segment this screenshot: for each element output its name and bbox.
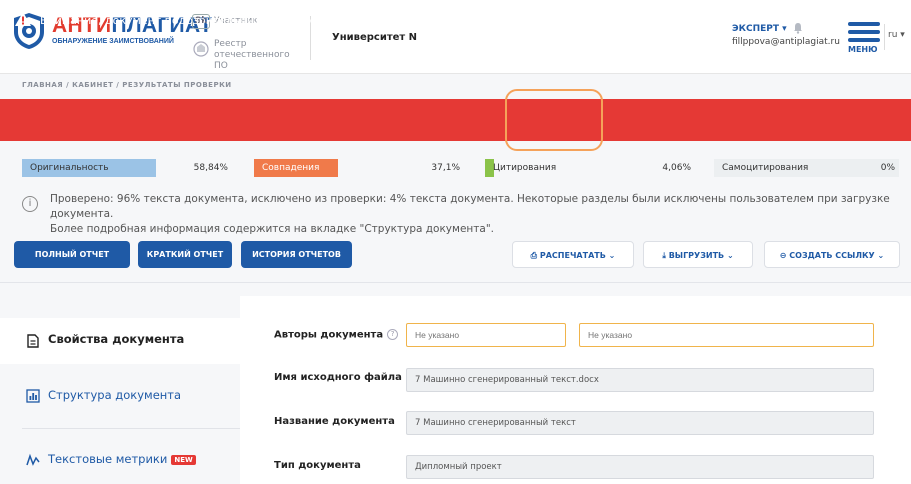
hamburger-bar xyxy=(848,22,880,26)
doctype-field: Дипломный проект xyxy=(406,455,874,479)
user-role-dropdown[interactable]: ЭКСПЕРТ ▾ xyxy=(732,24,787,34)
breadcrumb[interactable]: ГЛАВНАЯ / КАБИНЕТ / РЕЗУЛЬТАТЫ ПРОВЕРКИ xyxy=(22,81,232,89)
stat-label: Совпадения xyxy=(262,163,320,173)
full-report-button[interactable]: ПОЛНЫЙ ОТЧЕТ xyxy=(14,241,130,268)
bell-icon[interactable] xyxy=(793,22,803,34)
help-icon[interactable]: ? xyxy=(387,329,399,340)
info-icon: i xyxy=(22,196,38,212)
stat-label: Цитирования xyxy=(493,163,557,173)
sidebar-item-structure[interactable]: Структура документа xyxy=(0,380,240,420)
chevron-down-icon: ⌄ xyxy=(726,251,734,260)
check-info-text: Проверено: 96% текста документа, исключе… xyxy=(50,192,900,237)
hamburger-bar xyxy=(848,38,880,42)
university-name: Университет N xyxy=(332,32,418,43)
user-email[interactable]: fillppova@antiplagiat.ru xyxy=(732,37,840,47)
emblem-icon xyxy=(193,41,209,57)
download-icon: ⤓ xyxy=(662,251,666,260)
info-line-2: Более подробная информация содержится на… xyxy=(50,223,494,235)
warning-icon xyxy=(15,12,31,26)
new-badge: NEW xyxy=(171,454,196,465)
stat-label: Самоцитирования xyxy=(722,163,809,173)
export-label: ВЫГРУЗИТЬ xyxy=(668,251,725,260)
short-report-button[interactable]: КРАТКИЙ ОТЧЕТ xyxy=(138,241,232,268)
author-2-field[interactable] xyxy=(579,323,874,347)
stat-value: 0% xyxy=(880,163,895,173)
stat-value: 58,84% xyxy=(193,163,228,173)
metrics-label: Текстовые метрики xyxy=(48,452,168,466)
export-button[interactable]: ⤓ ВЫГРУЗИТЬ ⌄ xyxy=(643,241,753,268)
highlight-outline xyxy=(505,89,603,151)
chevron-down-icon: ⌄ xyxy=(877,251,885,260)
sidebar-divider xyxy=(22,428,240,429)
alert-message: Внимание, документ подозрительный: в док… xyxy=(40,14,572,27)
metrics-icon xyxy=(26,453,40,466)
section-divider xyxy=(0,282,911,283)
stat-value: 4,06% xyxy=(662,163,691,173)
header-divider xyxy=(884,24,885,50)
chevron-down-icon: ⌄ xyxy=(608,251,616,260)
create-link-button[interactable]: ⊖ СОЗДАТЬ ССЫЛКУ ⌄ xyxy=(764,241,900,268)
stat-citations[interactable]: Цитирования 4,06% xyxy=(485,159,695,177)
sidebar-item-metrics[interactable]: Текстовые метрики NEW xyxy=(0,445,240,475)
authors-label-text: Авторы документа xyxy=(274,329,384,341)
authors-label: Авторы документа? xyxy=(274,329,399,341)
alert-details-link[interactable]: Подробнее xyxy=(523,14,587,27)
brand-subtitle: ОБНАРУЖЕНИЕ ЗАИМСТВОВАНИЙ xyxy=(52,38,174,45)
print-button[interactable]: ⎙ РАСПЕЧАТАТЬ ⌄ xyxy=(512,241,634,268)
author-1-field[interactable] xyxy=(406,323,566,347)
stat-self-citations[interactable]: Самоцитирования 0% xyxy=(714,159,899,177)
menu-label: МЕНЮ xyxy=(848,45,878,54)
suspicious-document-alert xyxy=(0,99,911,141)
printer-icon: ⎙ xyxy=(530,251,538,260)
stat-matches[interactable]: Совпадения 37,1% xyxy=(254,159,464,177)
document-icon xyxy=(27,334,39,348)
sidebar-item-label: Структура документа xyxy=(48,388,182,402)
create-link-label: СОЗДАТЬ ССЫЛКУ xyxy=(789,251,875,260)
reestr-label: Реестр отечественного ПО xyxy=(214,39,290,71)
stat-value: 37,1% xyxy=(431,163,460,173)
print-label: РАСПЕЧАТАТЬ xyxy=(539,251,606,260)
sidebar-item-properties[interactable]: Свойства документа xyxy=(0,318,240,364)
link-icon: ⊖ xyxy=(779,251,787,260)
info-line-1: Проверено: 96% текста документа, исключе… xyxy=(50,193,890,220)
language-dropdown[interactable]: ru ▾ xyxy=(888,30,905,40)
filename-field: 7 Машинно сгенерированный текст.docx xyxy=(406,368,874,392)
stat-label: Оригинальность xyxy=(30,163,109,173)
docname-field: 7 Машинно сгенерированный текст xyxy=(406,411,874,435)
menu-button[interactable]: МЕНЮ xyxy=(848,22,882,60)
filename-label: Имя исходного файла xyxy=(274,372,402,383)
hamburger-bar xyxy=(848,30,880,34)
sidebar-item-label: Свойства документа xyxy=(48,332,185,346)
chart-icon xyxy=(26,389,40,403)
docname-label: Название документа xyxy=(274,416,395,427)
report-history-button[interactable]: ИСТОРИЯ ОТЧЕТОВ xyxy=(241,241,352,268)
sidebar-item-label: Текстовые метрики NEW xyxy=(48,452,196,466)
doctype-label: Тип документа xyxy=(274,460,361,471)
stat-originality[interactable]: Оригинальность 58,84% xyxy=(22,159,232,177)
